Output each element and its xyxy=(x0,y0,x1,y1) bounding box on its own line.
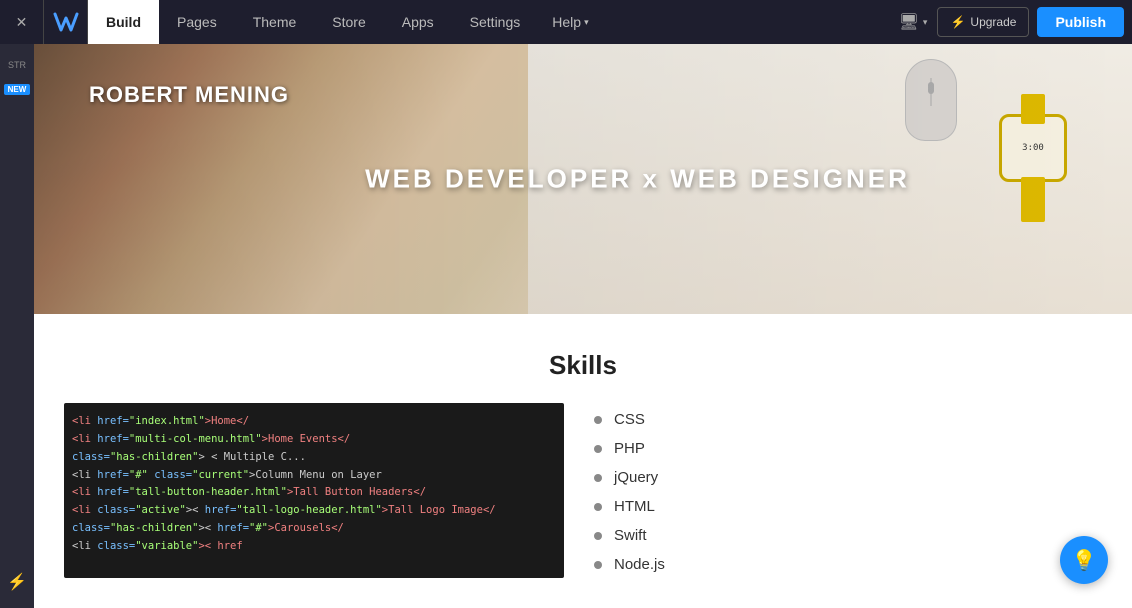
top-navigation: ✕ Build Pages Theme Store Apps Settings … xyxy=(0,0,1132,44)
sidebar-str-label: STR xyxy=(8,60,26,70)
apps-tab[interactable]: Apps xyxy=(384,0,452,44)
skill-swift: Swift xyxy=(594,527,665,544)
logo-icon[interactable] xyxy=(44,0,88,44)
display-icon: 🖥 xyxy=(899,12,919,32)
skill-dot-html xyxy=(594,503,602,511)
display-dropdown-arrow: ▾ xyxy=(923,17,928,28)
settings-tab[interactable]: Settings xyxy=(452,0,539,44)
content-area: 3:00 ROBERT MENING WEB DEVELOPER x WEB D… xyxy=(34,44,1132,608)
skill-css: CSS xyxy=(594,411,665,428)
skills-section: Skills <li href="index.html">Home</ <li … xyxy=(34,314,1132,608)
skills-content: <li href="index.html">Home</ <li href="m… xyxy=(64,403,1102,578)
skills-title: Skills xyxy=(64,350,1102,381)
store-tab[interactable]: Store xyxy=(314,0,383,44)
sidebar-new-item[interactable]: NEW xyxy=(0,80,34,99)
build-tab[interactable]: Build xyxy=(88,0,159,44)
skill-html: HTML xyxy=(594,498,665,515)
skills-list: CSS PHP jQuery HTML xyxy=(594,403,665,573)
hero-section: 3:00 ROBERT MENING WEB DEVELOPER x WEB D… xyxy=(34,44,1132,314)
skill-dot-css xyxy=(594,416,602,424)
skill-dot-jquery xyxy=(594,474,602,482)
help-dropdown-arrow: ▾ xyxy=(584,17,589,28)
hero-title: WEB DEVELOPER x WEB DESIGNER xyxy=(365,164,910,195)
skill-php: PHP xyxy=(594,440,665,457)
sidebar-new-badge: NEW xyxy=(4,84,31,95)
hero-name: ROBERT MENING xyxy=(89,82,289,108)
code-image: <li href="index.html">Home</ <li href="m… xyxy=(64,403,564,578)
pages-tab[interactable]: Pages xyxy=(159,0,235,44)
publish-button[interactable]: Publish xyxy=(1037,7,1124,37)
fab-bulb-icon: 💡 xyxy=(1072,548,1097,573)
skill-nodejs: Node.js xyxy=(594,556,665,573)
left-sidebar: STR NEW ⚡ xyxy=(0,44,34,608)
skill-dot-swift xyxy=(594,532,602,540)
display-icon-btn[interactable]: 🖥 ▾ xyxy=(889,0,938,44)
skill-dot-php xyxy=(594,445,602,453)
fab-button[interactable]: 💡 xyxy=(1060,536,1108,584)
sidebar-str-item[interactable]: STR xyxy=(0,54,34,76)
upgrade-bolt-icon: ⚡ xyxy=(950,15,965,29)
main-layout: STR NEW ⚡ 3:00 xyxy=(0,44,1132,608)
skill-dot-nodejs xyxy=(594,561,602,569)
upgrade-button[interactable]: ⚡ Upgrade xyxy=(937,7,1029,37)
sidebar-bolt-item[interactable]: ⚡ xyxy=(0,566,34,598)
theme-tab[interactable]: Theme xyxy=(235,0,315,44)
help-tab[interactable]: Help ▾ xyxy=(538,0,602,44)
skill-jquery: jQuery xyxy=(594,469,665,486)
close-button[interactable]: ✕ xyxy=(0,0,44,44)
sidebar-bolt-icon: ⚡ xyxy=(7,572,27,592)
